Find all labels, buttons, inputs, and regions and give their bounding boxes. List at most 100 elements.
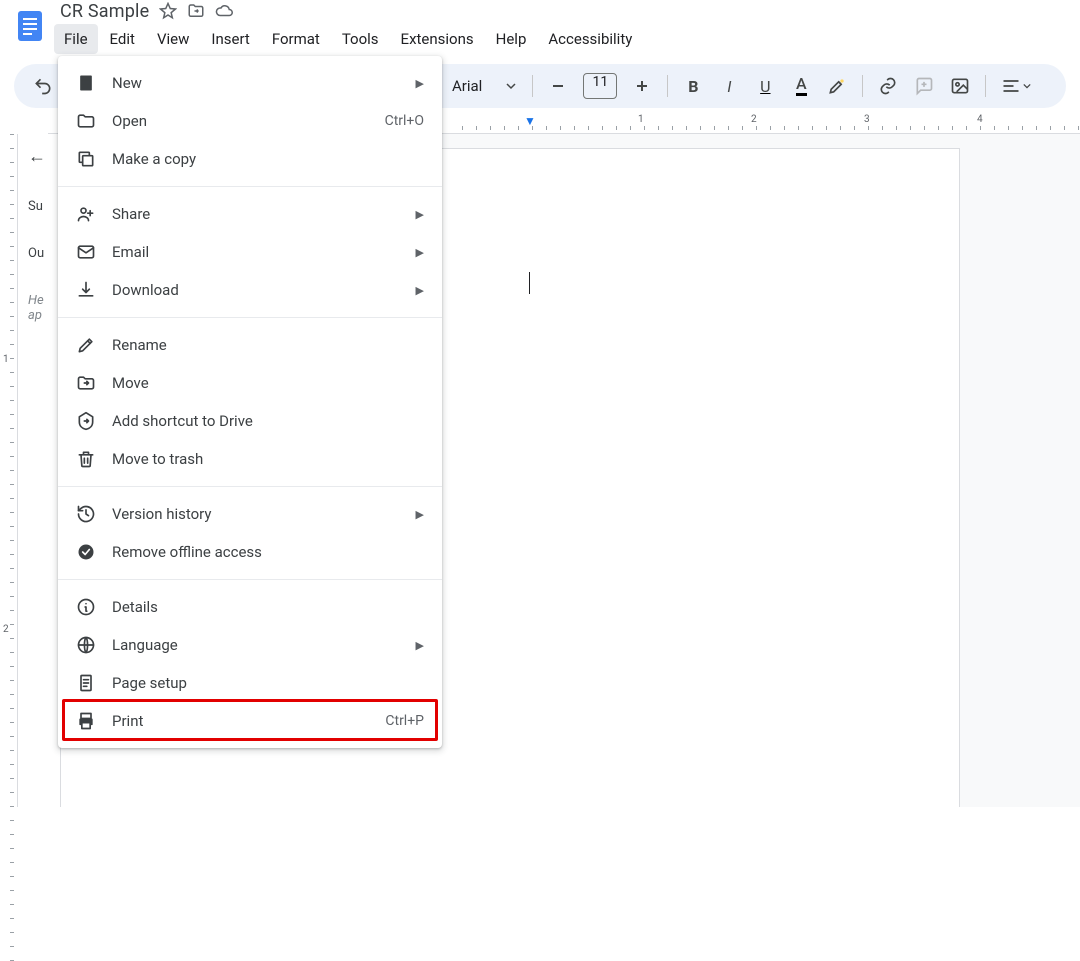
menubar: FileEditViewInsertFormatToolsExtensionsH… xyxy=(54,22,642,54)
submenu-arrow-icon: ▶ xyxy=(416,639,424,652)
file-menu-open[interactable]: Open Ctrl+O xyxy=(58,102,442,140)
ruler-mark: 4 xyxy=(977,114,983,125)
insert-image-button[interactable] xyxy=(943,69,977,103)
file-menu-new[interactable]: New ▶ xyxy=(58,64,442,102)
menu-item-label: Make a copy xyxy=(112,150,424,168)
ruler-mark: 2 xyxy=(751,114,757,125)
history-icon xyxy=(76,504,96,524)
file-menu-email[interactable]: Email▶ xyxy=(58,233,442,271)
menu-item-label: Download xyxy=(112,281,400,299)
file-menu-rename[interactable]: Rename xyxy=(58,326,442,364)
menu-separator xyxy=(58,317,442,318)
file-menu-print[interactable]: Print Ctrl+P xyxy=(58,702,442,740)
menu-file[interactable]: File xyxy=(54,24,98,54)
menu-item-label: Page setup xyxy=(112,674,424,692)
submenu-arrow-icon: ▶ xyxy=(416,246,424,259)
file-menu-share[interactable]: Share▶ xyxy=(58,195,442,233)
share-icon xyxy=(76,204,96,224)
shortcut-label: Ctrl+O xyxy=(385,113,424,129)
print-icon xyxy=(76,711,96,731)
file-menu-download[interactable]: Download ▶ xyxy=(58,271,442,309)
font-size-input[interactable]: 11 xyxy=(583,73,617,99)
menu-item-label: Move xyxy=(112,374,424,392)
menu-insert[interactable]: Insert xyxy=(201,24,259,54)
file-menu-dropdown: New▶OpenCtrl+OMake a copyShare▶Email▶Dow… xyxy=(58,56,442,748)
menu-view[interactable]: View xyxy=(147,24,199,54)
menu-item-label: Rename xyxy=(112,336,424,354)
folder-icon xyxy=(76,111,96,131)
decrease-font-size-button[interactable] xyxy=(541,69,575,103)
italic-button[interactable]: I xyxy=(712,69,746,103)
trash-icon xyxy=(76,449,96,469)
undo-button[interactable] xyxy=(26,69,60,103)
doc-icon xyxy=(76,73,96,93)
move-to-folder-icon[interactable] xyxy=(187,2,205,20)
submenu-arrow-icon: ▶ xyxy=(416,508,424,521)
menu-item-label: Print xyxy=(112,712,369,730)
highlight-color-button[interactable] xyxy=(820,69,854,103)
file-menu-add-shortcut-to-drive[interactable]: Add shortcut to Drive xyxy=(58,402,442,440)
menu-separator xyxy=(58,486,442,487)
font-family-select[interactable]: Arial xyxy=(444,77,524,95)
rename-icon xyxy=(76,335,96,355)
star-icon[interactable] xyxy=(159,2,177,20)
file-menu-language[interactable]: Language ▶ xyxy=(58,626,442,664)
copy-icon xyxy=(76,149,96,169)
menu-accessibility[interactable]: Accessibility xyxy=(538,24,642,54)
outline-back-icon[interactable]: ← xyxy=(28,146,52,167)
outline-heading-label: Ou xyxy=(28,246,52,261)
offline-icon xyxy=(76,542,96,562)
menu-item-label: Add shortcut to Drive xyxy=(112,412,424,430)
file-menu-version-history[interactable]: Version history ▶ xyxy=(58,495,442,533)
document-title[interactable]: CR Sample xyxy=(60,1,149,22)
menu-item-label: Details xyxy=(112,598,424,616)
info-icon xyxy=(76,597,96,617)
menu-help[interactable]: Help xyxy=(486,24,537,54)
menu-extensions[interactable]: Extensions xyxy=(391,24,484,54)
tab-marker-icon[interactable]: ▼ xyxy=(524,114,536,128)
download-icon xyxy=(76,280,96,300)
submenu-arrow-icon: ▶ xyxy=(416,77,424,90)
menu-tools[interactable]: Tools xyxy=(332,24,389,54)
menu-format[interactable]: Format xyxy=(262,24,330,54)
outline-hint-1: He xyxy=(28,293,52,308)
bold-button[interactable]: B xyxy=(676,69,710,103)
text-color-button[interactable]: A xyxy=(784,69,818,103)
docs-logo[interactable] xyxy=(10,0,50,52)
outline-hint-2: ap xyxy=(28,308,52,323)
outline-summary-label: Su xyxy=(28,199,52,214)
menu-edit[interactable]: Edit xyxy=(100,24,145,54)
menu-item-label: Remove offline access xyxy=(112,543,424,561)
vertical-ruler[interactable]: 12 xyxy=(0,134,18,807)
outline-panel: ← Su Ou He ap xyxy=(18,134,60,807)
menu-separator xyxy=(58,186,442,187)
insert-link-button[interactable] xyxy=(871,69,905,103)
menu-item-label: Open xyxy=(112,112,369,130)
ruler-mark: 1 xyxy=(638,114,644,125)
file-menu-remove-offline-access[interactable]: Remove offline access xyxy=(58,533,442,571)
menu-item-label: New xyxy=(112,74,400,92)
mail-icon xyxy=(76,242,96,262)
file-menu-make-a-copy[interactable]: Make a copy xyxy=(58,140,442,178)
underline-button[interactable]: U xyxy=(748,69,782,103)
text-cursor xyxy=(529,272,530,294)
menu-separator xyxy=(58,579,442,580)
submenu-arrow-icon: ▶ xyxy=(416,284,424,297)
shortcut-icon xyxy=(76,411,96,431)
file-menu-page-setup[interactable]: Page setup xyxy=(58,664,442,702)
cloud-status-icon[interactable] xyxy=(215,2,233,20)
menu-item-label: Version history xyxy=(112,505,400,523)
align-paragraph-button[interactable] xyxy=(994,69,1038,103)
file-menu-details[interactable]: Details xyxy=(58,588,442,626)
submenu-arrow-icon: ▶ xyxy=(416,208,424,221)
menu-item-label: Language xyxy=(112,636,400,654)
menu-item-label: Move to trash xyxy=(112,450,424,468)
shortcut-label: Ctrl+P xyxy=(385,713,424,729)
file-menu-move-to-trash[interactable]: Move to trash xyxy=(58,440,442,478)
file-menu-move[interactable]: Move xyxy=(58,364,442,402)
font-family-label: Arial xyxy=(452,77,482,95)
page-icon xyxy=(76,673,96,693)
add-comment-button[interactable] xyxy=(907,69,941,103)
ruler-mark: 3 xyxy=(864,114,870,125)
increase-font-size-button[interactable] xyxy=(625,69,659,103)
